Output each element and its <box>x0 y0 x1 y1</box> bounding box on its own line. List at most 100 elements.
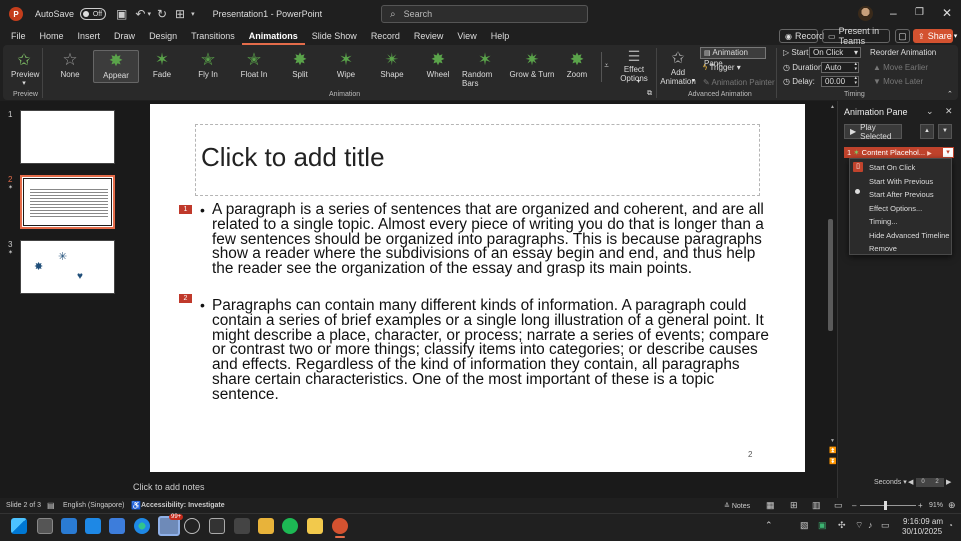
gallery-more-icon[interactable]: ⩡ <box>601 52 611 82</box>
chevron-down-icon[interactable]: ⌄ <box>926 106 934 117</box>
previous-slide-icon[interactable]: ⏫ <box>829 447 836 454</box>
avatar[interactable] <box>858 6 873 21</box>
animation-grow-turn[interactable]: ✷ Grow & Turn <box>509 50 555 84</box>
animation-float-in[interactable]: ✭ Float In <box>232 50 276 84</box>
teams-taskbar-icon[interactable]: 99+ <box>158 514 184 536</box>
zoom-in-icon[interactable]: + <box>918 501 923 510</box>
play-selected-button[interactable]: ▶ Play Selected <box>844 123 902 141</box>
add-animation-button[interactable]: ✩ Add Animation <box>660 48 696 86</box>
scroll-down-icon[interactable]: ▼ <box>830 438 835 444</box>
scrollbar-thumb[interactable] <box>828 219 833 331</box>
scrollbar[interactable]: ▲ ▼ ⏫ ⏬ <box>827 104 836 472</box>
move-later-button[interactable]: ▼ Move Later <box>873 77 923 86</box>
tray-app-icon[interactable]: ✣ <box>838 520 846 531</box>
accessibility-status[interactable]: Accessibility: Investigate <box>141 502 225 509</box>
tray-app-icon[interactable]: ▣ <box>818 520 827 531</box>
zoom-level[interactable]: 91% <box>929 502 943 509</box>
menu-item-effect-options[interactable]: Effect Options... <box>869 204 922 213</box>
animation-zoom[interactable]: ✸ Zoom <box>555 50 599 84</box>
volume-icon[interactable]: ♪ <box>868 520 873 530</box>
animation-tag[interactable]: 1 <box>179 205 192 214</box>
language-status[interactable]: English (Singapore) <box>63 502 124 509</box>
animation-wipe[interactable]: ✶ Wipe <box>324 50 368 84</box>
animation-tag[interactable]: 2 <box>179 294 192 303</box>
tab-animations[interactable]: Animations <box>241 28 305 45</box>
slide-thumbnail-2[interactable] <box>20 175 115 229</box>
notification-bell-icon[interactable]: ◔ <box>948 521 953 530</box>
item-dropdown-button[interactable]: ▾ <box>942 147 954 158</box>
animation-painter-button[interactable]: ✎ Animation Painter <box>703 78 775 87</box>
zoom-out-icon[interactable]: – <box>852 501 856 510</box>
scroll-up-icon[interactable]: ▲ <box>830 104 835 110</box>
effect-options-button[interactable]: ☰ Effect Options <box>618 48 650 83</box>
tab-record[interactable]: Record <box>364 28 407 45</box>
tab-transitions[interactable]: Transitions <box>184 28 242 45</box>
move-down-button[interactable]: ▼ <box>938 124 952 139</box>
move-earlier-button[interactable]: ▲ Move Earlier <box>873 63 928 72</box>
fit-to-window-icon[interactable]: ⊕ <box>948 500 956 511</box>
clock-date[interactable]: 30/10/2025 <box>902 527 942 536</box>
todo-icon[interactable] <box>85 518 101 534</box>
clock-time[interactable]: 9:16:09 am <box>903 517 943 526</box>
slide-canvas[interactable]: Click to add title 1 • A paragraph is a … <box>150 104 805 472</box>
trigger-button[interactable]: ϟ Trigger ▾ <box>703 63 741 72</box>
tab-file[interactable]: File <box>0 28 33 45</box>
title-placeholder[interactable]: Click to add title <box>195 124 760 196</box>
menu-item-timing[interactable]: Timing... <box>869 217 897 226</box>
seconds-dropdown[interactable]: Seconds ▾ <box>874 478 907 486</box>
animation-random-bars[interactable]: ✶ Random Bars <box>462 50 508 88</box>
tab-slide-show[interactable]: Slide Show <box>305 28 364 45</box>
paragraph-2[interactable]: Paragraphs can contain many different ki… <box>212 298 772 403</box>
slideshow-view-icon[interactable]: ▭ <box>834 500 843 511</box>
menu-item-start-with-previous[interactable]: Start With Previous <box>869 177 933 186</box>
animation-fade[interactable]: ✶ Fade <box>140 50 184 84</box>
preview-button[interactable]: ✩ Preview ▾ <box>11 50 39 87</box>
notes-button[interactable]: ≙ Notes <box>724 502 750 510</box>
battery-icon[interactable]: ▭ <box>881 520 890 531</box>
normal-view-icon[interactable]: ▦ <box>766 500 775 511</box>
undo-dropdown-icon[interactable]: ▾ <box>147 10 151 18</box>
tray-app-icon[interactable]: ▧ <box>800 520 809 531</box>
dialog-launcher-icon[interactable]: ⧉ <box>647 90 652 98</box>
animation-appear[interactable]: ✸ Appear <box>93 50 139 83</box>
chatgpt-icon[interactable] <box>184 518 200 534</box>
present-in-teams-button[interactable]: ▭ Present in Teams <box>822 26 890 46</box>
animation-list-item[interactable]: 1 ✶ Content Placehol... ▶ <box>844 147 954 158</box>
app-icon[interactable] <box>109 518 125 534</box>
share-button[interactable]: ⇪ Share ▾ <box>913 29 957 43</box>
spelling-icon[interactable]: ▤ <box>47 501 55 510</box>
minimize-icon[interactable]: – <box>890 6 897 20</box>
undo-icon[interactable]: ↶ <box>135 7 145 21</box>
menu-item-remove[interactable]: Remove <box>869 244 897 253</box>
redo-icon[interactable]: ↻ <box>157 7 167 21</box>
powerpoint-taskbar-icon[interactable] <box>332 518 348 534</box>
animation-split[interactable]: ✸ Split <box>278 50 322 84</box>
move-up-button[interactable]: ▲ <box>920 124 934 139</box>
animation-fly-in[interactable]: ✭ Fly In <box>186 50 230 84</box>
zoom-slider-thumb[interactable] <box>884 501 887 510</box>
task-view-icon[interactable] <box>37 518 53 534</box>
animation-shape[interactable]: ✴ Shape <box>370 50 414 84</box>
edge-icon[interactable] <box>134 518 150 534</box>
delay-stepper[interactable]: 00.00 ▴ ▾ <box>821 76 859 87</box>
menu-item-hide-advanced-timeline[interactable]: Hide Advanced Timeline <box>869 231 949 240</box>
vscode-icon[interactable] <box>61 518 77 534</box>
paragraph-1[interactable]: A paragraph is a series of sentences tha… <box>212 202 772 277</box>
save-icon[interactable]: ▣ <box>116 7 127 21</box>
zoom-slider[interactable] <box>860 501 916 510</box>
tab-review[interactable]: Review <box>407 28 451 45</box>
animation-none[interactable]: ☆ None <box>48 50 92 84</box>
animation-wheel[interactable]: ✸ Wheel <box>416 50 460 84</box>
start-dropdown[interactable]: On Click ▾ <box>809 47 861 58</box>
comments-icon[interactable]: ▢ <box>895 29 910 43</box>
sticky-notes-icon[interactable] <box>307 518 323 534</box>
tab-draw[interactable]: Draw <box>107 28 142 45</box>
duration-stepper[interactable]: Auto ▴ ▾ <box>821 62 859 73</box>
timeline-prev-icon[interactable]: ◀ <box>908 478 913 486</box>
file-explorer-icon[interactable] <box>258 518 274 534</box>
notes-pane[interactable]: Click to add notes <box>0 479 837 498</box>
slide-thumbnail-3[interactable]: ✸ ✳ ♥ <box>20 240 115 294</box>
animation-pane-button[interactable]: ▤ Animation Pane <box>700 47 766 68</box>
terminal-icon[interactable] <box>234 518 250 534</box>
reading-view-icon[interactable]: ▥ <box>812 500 821 511</box>
